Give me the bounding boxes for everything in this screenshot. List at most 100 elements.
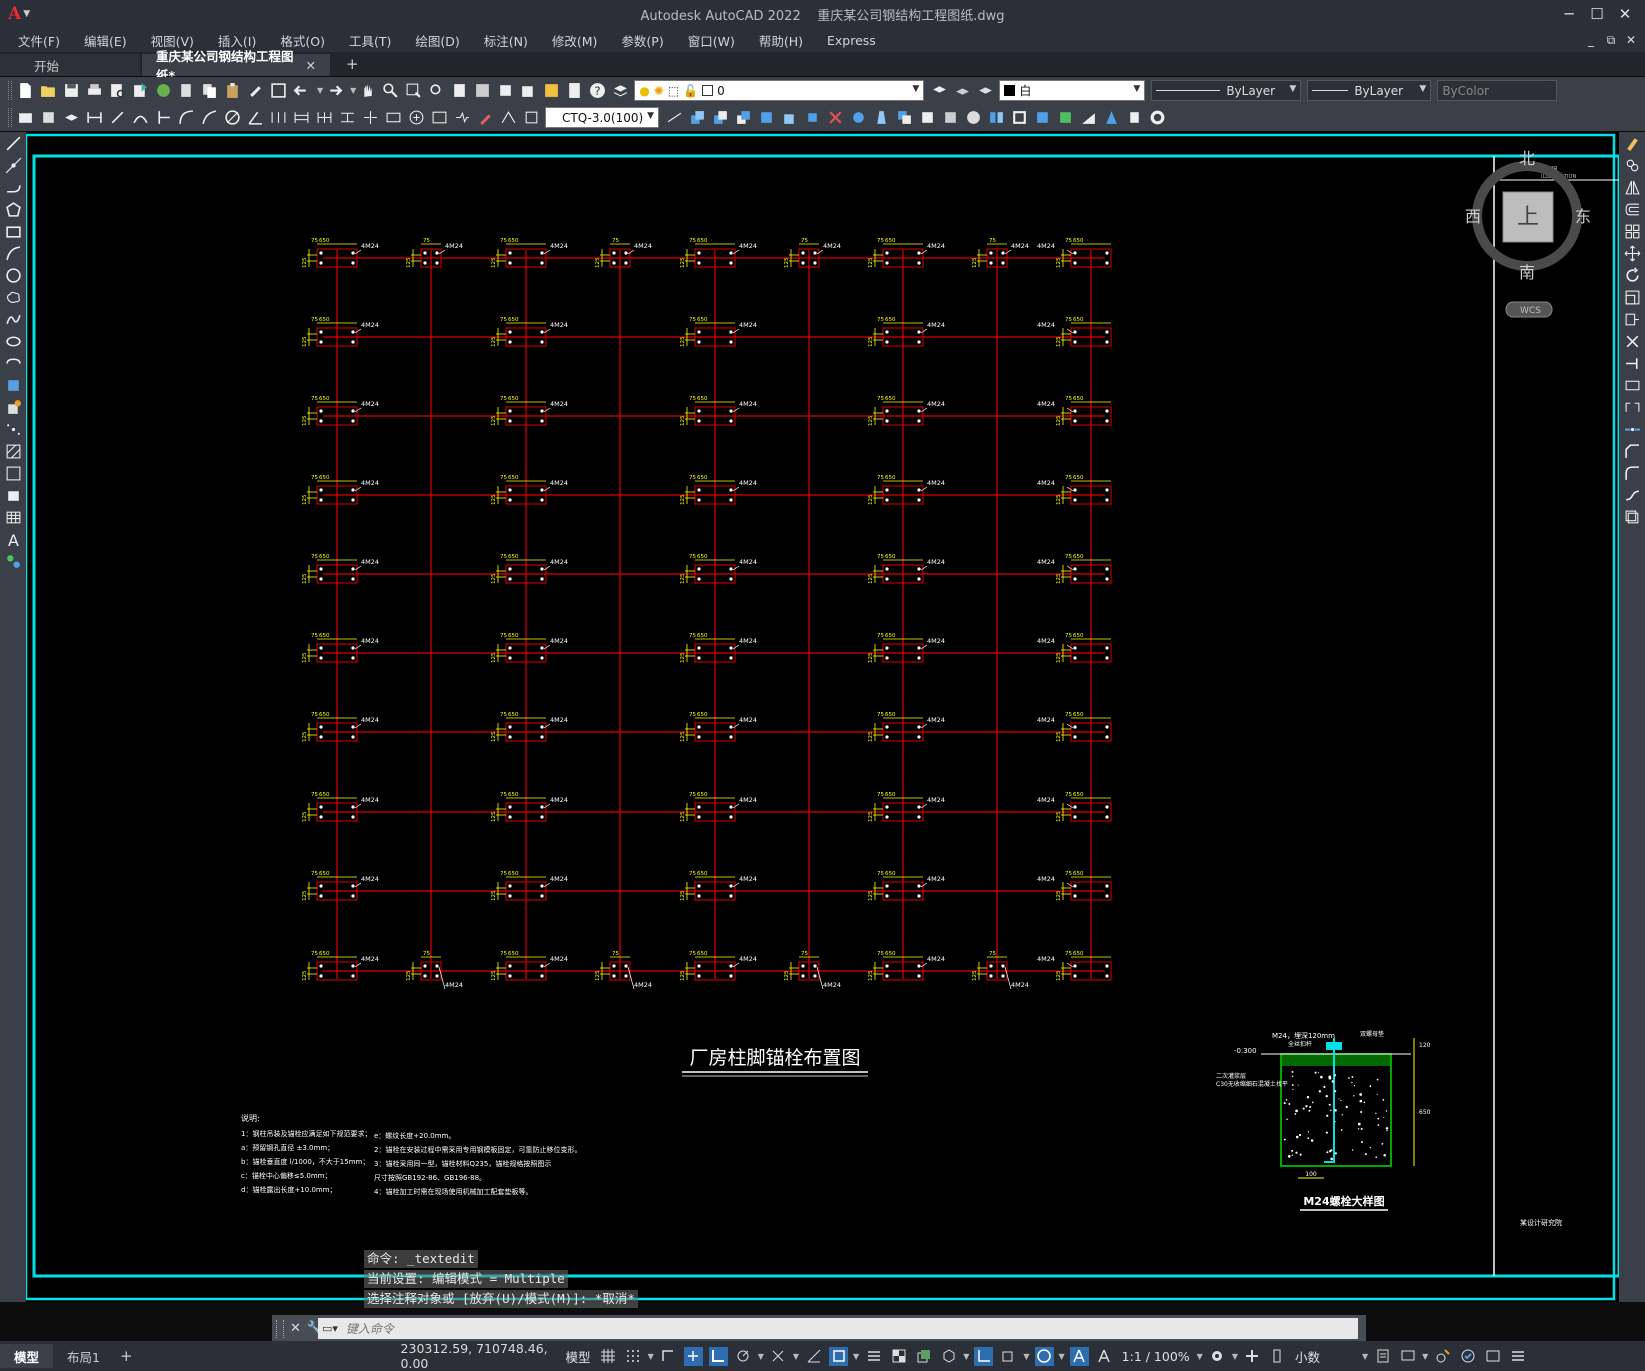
- units-value[interactable]: 小数: [1295, 1347, 1355, 1366]
- construction-line-icon[interactable]: [0, 154, 26, 176]
- lock-ui-icon[interactable]: [1398, 1347, 1417, 1366]
- cone-icon[interactable]: [1102, 108, 1121, 127]
- selection-filter-icon[interactable]: [999, 1347, 1018, 1366]
- copy-icon[interactable]: [200, 81, 219, 100]
- tolerance-icon[interactable]: [384, 108, 403, 127]
- toolbar-grip[interactable]: [8, 108, 12, 127]
- scale-icon[interactable]: [1619, 286, 1645, 308]
- color-dropdown[interactable]: 白 ▼: [999, 80, 1146, 101]
- dimension-update-icon[interactable]: [522, 108, 541, 127]
- zoom-realtime-icon[interactable]: [381, 81, 400, 100]
- torus-icon[interactable]: [1148, 108, 1167, 127]
- union-icon[interactable]: [688, 108, 707, 127]
- annotation-scale-dropdown-icon[interactable]: ▼: [1197, 1352, 1203, 1361]
- clean-screen-icon[interactable]: [1483, 1347, 1502, 1366]
- zoom-previous-icon[interactable]: [427, 81, 446, 100]
- compass-west[interactable]: 西: [1465, 207, 1481, 226]
- cylinder-icon[interactable]: [1125, 108, 1144, 127]
- layer-match-icon[interactable]: [62, 108, 81, 127]
- clean-icon[interactable]: [964, 108, 983, 127]
- point-icon[interactable]: [0, 418, 26, 440]
- lock-ui-dropdown-icon[interactable]: ▼: [1422, 1352, 1428, 1361]
- circle-icon[interactable]: [0, 264, 26, 286]
- jogged-linear-icon[interactable]: [453, 108, 472, 127]
- customization-menu-icon[interactable]: [1508, 1347, 1527, 1366]
- linetype-dropdown[interactable]: ByLayer ▼: [1151, 80, 1302, 101]
- calculator-icon[interactable]: [565, 81, 584, 100]
- selection-filter-dropdown-icon[interactable]: ▼: [1023, 1352, 1029, 1361]
- region-icon[interactable]: [0, 484, 26, 506]
- gradient-icon[interactable]: [0, 462, 26, 484]
- menu-parametric[interactable]: 参数(P): [621, 31, 663, 50]
- dimension-space-icon[interactable]: [338, 108, 357, 127]
- explode-icon[interactable]: [1619, 506, 1645, 528]
- layer-properties-icon[interactable]: [611, 81, 630, 100]
- tab-model[interactable]: 模型: [0, 1344, 54, 1368]
- dimension-style-icon[interactable]: [665, 108, 684, 127]
- chamfer-icon[interactable]: [1619, 440, 1645, 462]
- extend-icon[interactable]: [1619, 352, 1645, 374]
- offset-icon[interactable]: [1619, 198, 1645, 220]
- rotate-faces-icon[interactable]: [849, 108, 868, 127]
- rectangle-icon[interactable]: [0, 220, 26, 242]
- hardware-acceleration-icon[interactable]: [1458, 1347, 1477, 1366]
- layer-dropdown[interactable]: ● ✺ ⬚ 🔓 0 ▼: [634, 80, 925, 101]
- jogged-dimension-icon[interactable]: [200, 108, 219, 127]
- layer-states-icon[interactable]: [976, 81, 995, 100]
- open-file-icon[interactable]: [39, 81, 58, 100]
- line-icon[interactable]: [0, 132, 26, 154]
- copy-clip-icon[interactable]: [39, 108, 58, 127]
- dimension-text-edit-icon[interactable]: [499, 108, 518, 127]
- baseline-dimension-icon[interactable]: [292, 108, 311, 127]
- offset-faces-icon[interactable]: [803, 108, 822, 127]
- grid-icon[interactable]: [599, 1347, 618, 1366]
- arc-length-icon[interactable]: [131, 108, 150, 127]
- app-logo-icon[interactable]: A: [8, 4, 21, 24]
- web-icon[interactable]: [154, 81, 173, 100]
- doc-minimize-button[interactable]: _: [1581, 33, 1601, 47]
- trim-icon[interactable]: [1619, 330, 1645, 352]
- isometric-dropdown-icon[interactable]: ▼: [793, 1352, 799, 1361]
- box-icon[interactable]: [1056, 108, 1075, 127]
- doc-close-button[interactable]: ✕: [1621, 33, 1641, 47]
- cut-icon[interactable]: [177, 81, 196, 100]
- lineweight-icon[interactable]: [864, 1347, 883, 1366]
- print-preview-icon[interactable]: [108, 81, 127, 100]
- recent-commands-icon[interactable]: ▭▾: [322, 1322, 338, 1335]
- dynamic-input-icon[interactable]: [683, 1346, 703, 1366]
- erase-icon[interactable]: [1619, 132, 1645, 154]
- aligned-dimension-icon[interactable]: [108, 108, 127, 127]
- workspace-gear-icon[interactable]: [1208, 1347, 1227, 1366]
- print-icon[interactable]: [85, 81, 104, 100]
- help-icon[interactable]: ?: [588, 81, 607, 100]
- design-center-icon[interactable]: [473, 81, 492, 100]
- rotate-icon[interactable]: [1619, 264, 1645, 286]
- layer-previous-icon[interactable]: [953, 81, 972, 100]
- sheet-set-icon[interactable]: [519, 81, 538, 100]
- object-snap-icon[interactable]: [829, 1346, 849, 1366]
- close-button[interactable]: ✕: [1611, 0, 1639, 28]
- drawing-canvas[interactable]: 说 明 ILLUSTRATION 某设计研究院 125 650 75 4M24 125 7…: [26, 132, 1619, 1308]
- ellipse-icon[interactable]: [0, 330, 26, 352]
- wedge-icon[interactable]: [1079, 108, 1098, 127]
- gizmo-dropdown-icon[interactable]: ▼: [1059, 1352, 1065, 1361]
- publish-icon[interactable]: [131, 81, 150, 100]
- gizmo-icon[interactable]: [1034, 1346, 1054, 1366]
- polar-dropdown-icon[interactable]: ▼: [758, 1352, 764, 1361]
- move-faces-icon[interactable]: [780, 108, 799, 127]
- save-icon[interactable]: [62, 81, 81, 100]
- taper-faces-icon[interactable]: [872, 108, 891, 127]
- units-dropdown-icon[interactable]: ▼: [1362, 1352, 1368, 1361]
- color-faces-icon[interactable]: [918, 108, 937, 127]
- menu-tools[interactable]: 工具(T): [349, 31, 391, 50]
- cursor-coordinates[interactable]: 230312.59, 710748.46, 0.00: [401, 1341, 561, 1371]
- tab-drawing[interactable]: 重庆某公司钢结构工程图纸* ✕: [142, 49, 330, 83]
- ordinate-dimension-icon[interactable]: [154, 108, 173, 127]
- intersect-icon[interactable]: [734, 108, 753, 127]
- compass-east[interactable]: 东: [1575, 207, 1591, 226]
- tab-close-icon[interactable]: ✕: [306, 58, 316, 73]
- object-snap-dropdown-icon[interactable]: ▼: [853, 1352, 859, 1361]
- join-icon[interactable]: [1619, 418, 1645, 440]
- menu-modify[interactable]: 修改(M): [552, 31, 598, 50]
- diameter-dimension-icon[interactable]: [223, 108, 242, 127]
